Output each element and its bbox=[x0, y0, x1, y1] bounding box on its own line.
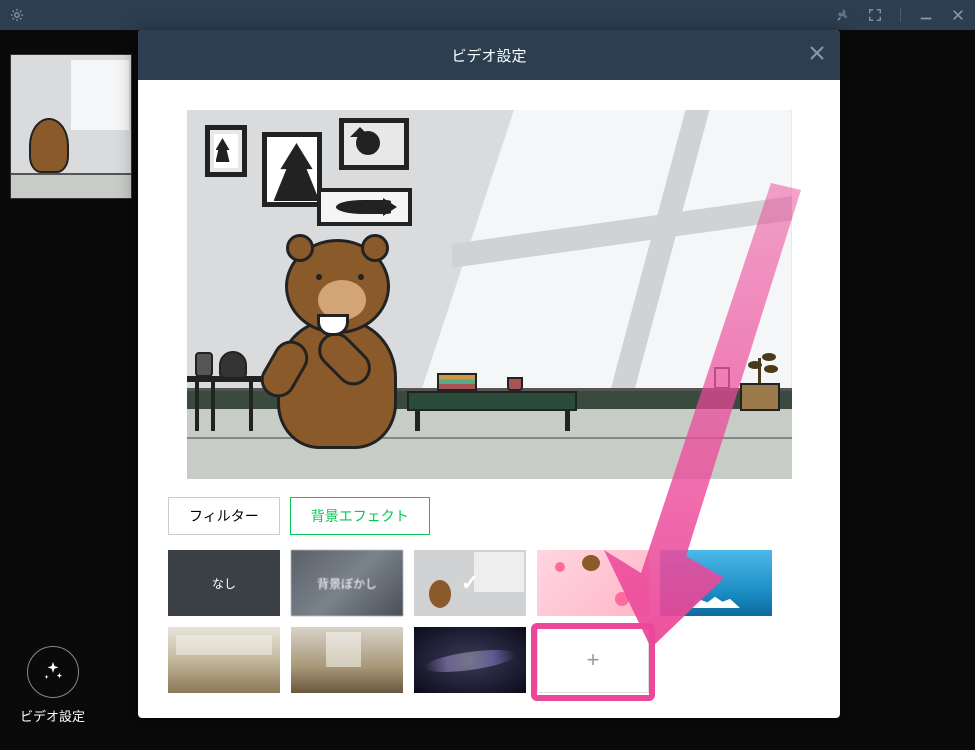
close-window-icon[interactable] bbox=[951, 8, 965, 22]
divider bbox=[900, 8, 901, 22]
effect-tabs: フィルター 背景エフェクト bbox=[168, 497, 810, 535]
effect-tile-galaxy[interactable] bbox=[414, 627, 526, 693]
pin-icon[interactable] bbox=[836, 8, 850, 22]
effect-tile-room[interactable]: ✓ bbox=[414, 550, 526, 616]
tab-background-effect[interactable]: 背景エフェクト bbox=[290, 497, 430, 535]
effect-tile-add[interactable]: + bbox=[537, 627, 649, 693]
minimize-icon[interactable] bbox=[919, 8, 933, 22]
sparkle-icon bbox=[42, 660, 64, 685]
video-settings-button[interactable]: ビデオ設定 bbox=[20, 646, 85, 725]
settings-gear-icon[interactable] bbox=[10, 8, 24, 22]
effect-none-label: なし bbox=[212, 575, 236, 592]
effect-tile-office[interactable] bbox=[291, 627, 403, 693]
effect-blur-label: 背景ぼかし bbox=[317, 575, 377, 592]
close-icon[interactable] bbox=[809, 44, 825, 67]
modal-title: ビデオ設定 bbox=[451, 45, 526, 66]
fullscreen-icon[interactable] bbox=[868, 8, 882, 22]
checkmark-icon: ✓ bbox=[461, 570, 479, 596]
effect-tile-pink[interactable] bbox=[537, 550, 649, 616]
background-effect-grid: なし 背景ぼかし ✓ bbox=[168, 550, 810, 693]
effect-tile-blur[interactable]: 背景ぼかし bbox=[291, 550, 403, 616]
video-settings-modal: ビデオ設定 bbox=[138, 30, 840, 718]
effect-tile-cafe[interactable] bbox=[168, 627, 280, 693]
tab-filter[interactable]: フィルター bbox=[168, 497, 280, 535]
effect-tile-none[interactable]: なし bbox=[168, 550, 280, 616]
self-video-thumbnail[interactable] bbox=[10, 54, 132, 199]
modal-header: ビデオ設定 bbox=[138, 30, 840, 80]
effect-tile-beach[interactable] bbox=[660, 550, 772, 616]
window-titlebar bbox=[0, 0, 975, 30]
video-settings-label: ビデオ設定 bbox=[20, 706, 85, 725]
main-content-area: ビデオ設定 ビデオ設定 bbox=[0, 30, 975, 750]
video-preview bbox=[187, 110, 792, 479]
plus-icon: + bbox=[587, 647, 600, 673]
